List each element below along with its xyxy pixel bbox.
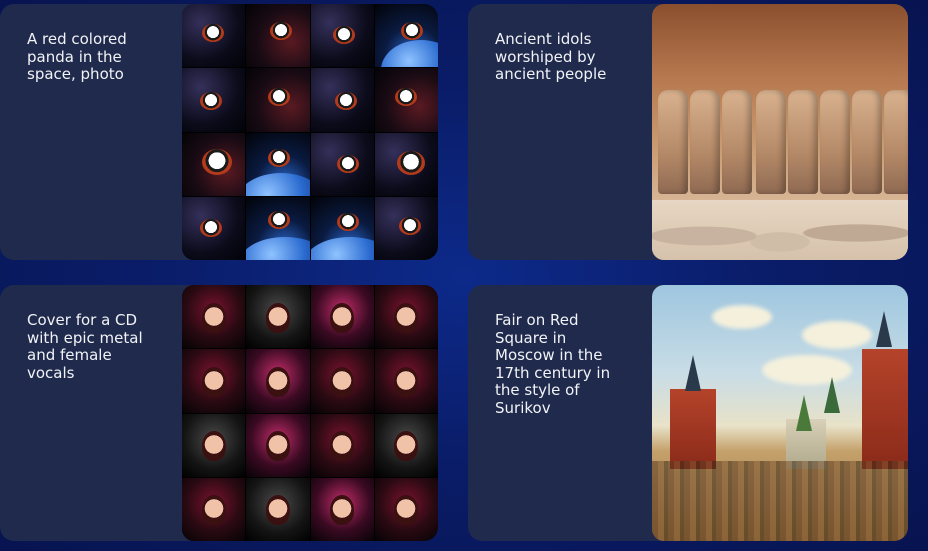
card-image-metal[interactable] [182, 285, 438, 541]
card-prompt-text: A red colored panda in the space, photo [27, 30, 127, 83]
card-prompt-text: Ancient idols worshiped by ancient peopl… [495, 30, 607, 83]
prompt-card-metal[interactable]: Cover for a CD with epic metal and femal… [0, 285, 438, 541]
card-image-idols[interactable] [652, 4, 908, 260]
prompt-card-red-square[interactable]: Fair on Red Square in Moscow in the 17th… [468, 285, 908, 541]
prompt-card-panda[interactable]: A red colored panda in the space, photo [0, 4, 438, 260]
card-prompt-text: Fair on Red Square in Moscow in the 17th… [495, 311, 611, 417]
card-prompt-text: Cover for a CD with epic metal and femal… [27, 311, 143, 382]
prompt-card-idols[interactable]: Ancient idols worshiped by ancient peopl… [468, 4, 908, 260]
card-image-red-square[interactable] [652, 285, 908, 541]
page: { "cards": [ { "text": "A red colored\np… [0, 0, 928, 551]
card-image-panda[interactable] [182, 4, 438, 260]
